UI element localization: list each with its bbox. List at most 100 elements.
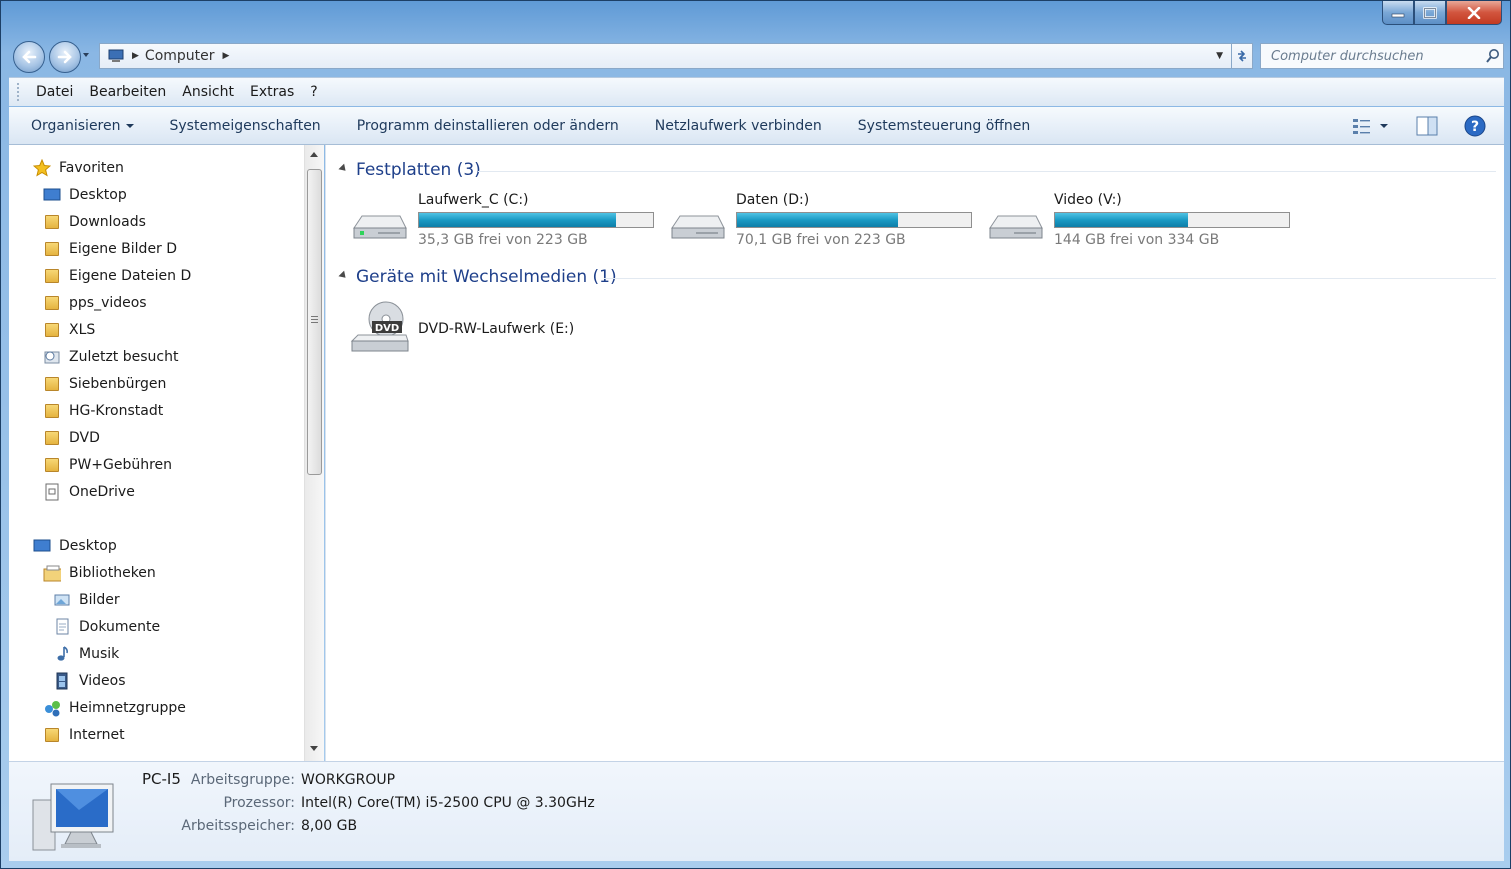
details-pane: PC-I5 Arbeitsgruppe: WORKGROUP Prozessor… <box>9 761 1504 861</box>
drive-item-v[interactable]: Video (V:) 144 GB frei von 334 GB <box>986 192 1290 252</box>
scroll-down-icon[interactable] <box>310 746 318 751</box>
tree-item-desktop[interactable]: Desktop <box>43 182 127 208</box>
breadcrumb-computer[interactable]: Computer <box>145 48 215 64</box>
tree-item-pw-gebuehren[interactable]: PW+Gebühren <box>43 452 172 478</box>
tree-item-label: PW+Gebühren <box>69 457 173 473</box>
preview-pane-button[interactable] <box>1416 116 1438 136</box>
tree-item-homegroup[interactable]: Heimnetzgruppe <box>43 695 186 721</box>
tree-item-label: Eigene Dateien D <box>69 268 192 284</box>
tree-item-label: Internet <box>69 727 125 743</box>
drive-item-d[interactable]: Daten (D:) 70,1 GB frei von 223 GB <box>668 192 972 252</box>
group-header-hard-disks[interactable]: Festplatten (3) <box>338 160 481 180</box>
menu-extras[interactable]: Extras <box>242 84 302 100</box>
menu-ansicht[interactable]: Ansicht <box>174 84 242 100</box>
folder-icon <box>43 240 61 258</box>
videos-icon <box>53 672 71 690</box>
help-button[interactable]: ? <box>1464 115 1486 137</box>
menu-help[interactable]: ? <box>302 84 325 100</box>
tree-favorites[interactable]: Favoriten <box>33 155 124 181</box>
address-bar[interactable]: ▶ Computer ▶ ▼ <box>99 43 1252 69</box>
tree-item-eigene-dateien[interactable]: Eigene Dateien D <box>43 263 191 289</box>
tree-item-videos[interactable]: Videos <box>53 668 126 694</box>
folder-icon <box>43 429 61 447</box>
maximize-button[interactable] <box>1414 1 1446 25</box>
drive-item-c[interactable]: Laufwerk_C (C:) 35,3 GB frei von 223 GB <box>350 192 654 252</box>
refresh-icon <box>1238 50 1246 62</box>
menu-bar: Datei Bearbeiten Ansicht Extras ? <box>9 77 1504 106</box>
tree-item-eigene-bilder[interactable]: Eigene Bilder D <box>43 236 177 262</box>
back-button[interactable] <box>13 41 45 73</box>
tree-item-internet[interactable]: Internet <box>43 722 125 748</box>
hard-drive-icon <box>671 215 725 239</box>
downloads-folder-icon <box>43 213 61 231</box>
minimize-icon <box>1391 13 1405 17</box>
uninstall-program-button[interactable]: Programm deinstallieren oder ändern <box>339 118 637 134</box>
folder-icon <box>43 321 61 339</box>
scroll-grip-icon <box>311 316 318 317</box>
drive-item-dvd[interactable]: DVD DVD-RW-Laufwerk (E:) <box>350 301 650 379</box>
collapse-triangle-icon[interactable] <box>338 163 349 174</box>
tree-item-xls[interactable]: XLS <box>43 317 95 343</box>
address-history-dropdown-icon[interactable]: ▼ <box>1216 51 1223 61</box>
drive-usage-bar <box>1054 212 1290 228</box>
search-box[interactable] <box>1260 43 1504 69</box>
scroll-up-icon[interactable] <box>310 152 318 157</box>
tree-item-documents[interactable]: Dokumente <box>53 614 160 640</box>
drive-name: Laufwerk_C (C:) <box>418 192 529 208</box>
change-view-button[interactable] <box>1352 117 1388 135</box>
tree-item-downloads[interactable]: Downloads <box>43 209 146 235</box>
drive-usage-bar <box>418 212 654 228</box>
tree-item-label: XLS <box>69 322 96 338</box>
tree-item-label: Heimnetzgruppe <box>69 700 186 716</box>
detail-value-processor: Intel(R) Core(TM) i5-2500 CPU @ 3.30GHz <box>301 795 595 811</box>
recent-places-icon <box>43 348 61 366</box>
breadcrumb-chevron-icon[interactable]: ▶ <box>223 51 230 61</box>
search-icon[interactable] <box>1485 48 1501 64</box>
open-control-panel-button[interactable]: Systemsteuerung öffnen <box>840 118 1049 134</box>
drive-free-space: 70,1 GB frei von 223 GB <box>736 232 906 248</box>
help-icon: ? <box>1464 115 1486 137</box>
svg-text:?: ? <box>1471 119 1479 135</box>
computer-large-icon <box>32 783 114 851</box>
tree-item-pps-videos[interactable]: pps_videos <box>43 290 147 316</box>
drive-name: Video (V:) <box>1054 192 1122 208</box>
detail-value-memory: 8,00 GB <box>301 818 358 834</box>
documents-icon <box>53 618 71 636</box>
menu-datei[interactable]: Datei <box>28 84 81 100</box>
view-dropdown-icon[interactable] <box>1380 124 1388 128</box>
tree-item-label: Zuletzt besucht <box>69 349 179 365</box>
tree-item-hg-kronstadt[interactable]: HG-Kronstadt <box>43 398 163 424</box>
refresh-button[interactable] <box>1231 43 1253 69</box>
tree-item-pictures[interactable]: Bilder <box>53 587 120 613</box>
tree-item-recent-places[interactable]: Zuletzt besucht <box>43 344 178 370</box>
navigation-scrollbar[interactable] <box>304 145 324 761</box>
search-input[interactable] <box>1269 47 1479 65</box>
close-button[interactable] <box>1446 1 1502 25</box>
scroll-thumb[interactable] <box>307 169 322 475</box>
group-header-removable[interactable]: Geräte mit Wechselmedien (1) <box>338 267 617 287</box>
system-properties-button[interactable]: Systemeigenschaften <box>152 118 339 134</box>
collapse-triangle-icon[interactable] <box>338 270 349 281</box>
tree-item-libraries[interactable]: Bibliotheken <box>43 560 156 586</box>
folder-icon <box>43 267 61 285</box>
menu-grip <box>17 83 22 101</box>
content-pane: Festplatten (3) Laufwerk_C (C:) 35,3 GB … <box>325 145 1504 761</box>
tree-item-music[interactable]: Musik <box>53 641 119 667</box>
navigation-bar: ▶ Computer ▶ ▼ <box>9 39 1504 75</box>
tree-item-onedrive[interactable]: OneDrive <box>43 479 135 505</box>
tree-item-dvd[interactable]: DVD <box>43 425 100 451</box>
folder-icon <box>43 402 61 420</box>
minimize-button[interactable] <box>1382 1 1414 25</box>
map-network-drive-button[interactable]: Netzlaufwerk verbinden <box>637 118 840 134</box>
menu-bearbeiten[interactable]: Bearbeiten <box>81 84 174 100</box>
music-icon <box>53 645 71 663</box>
tree-item-siebenbuergen[interactable]: Siebenbürgen <box>43 371 166 397</box>
organize-label: Organisieren <box>31 117 121 134</box>
tree-desktop[interactable]: Desktop <box>33 533 117 559</box>
group-divider <box>478 171 1496 172</box>
breadcrumb-separator-icon[interactable]: ▶ <box>132 51 139 61</box>
organize-button[interactable]: Organisieren <box>9 118 152 134</box>
view-controls: ? <box>1352 107 1504 145</box>
forward-button[interactable] <box>49 41 81 73</box>
recent-pages-dropdown[interactable] <box>83 53 89 57</box>
